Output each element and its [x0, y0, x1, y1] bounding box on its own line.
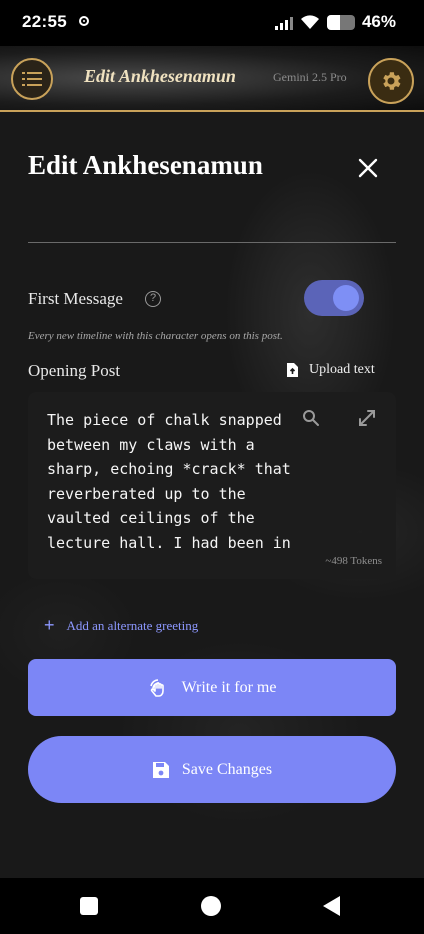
dialog-title: Edit Ankhesenamun — [28, 150, 263, 180]
plus-icon: + — [44, 615, 55, 635]
opening-post-label: Opening Post — [28, 361, 121, 380]
settings-button[interactable] — [368, 58, 414, 104]
menu-button[interactable] — [11, 58, 53, 100]
top-app-bar: Edit Ankhesenamun Gemini 2.5 Pro — [0, 46, 424, 112]
back-triangle-icon[interactable] — [323, 896, 340, 916]
status-time: 22:55 — [22, 12, 67, 31]
signal-icon — [274, 14, 293, 30]
alternate-greeting-label: Add an alternate greeting — [66, 617, 199, 633]
write-button-label: Write it for me — [181, 678, 277, 696]
menu-icon — [22, 72, 42, 86]
hand-sparkle-icon — [149, 678, 164, 697]
file-upload-icon — [287, 363, 298, 377]
model-name[interactable]: Gemini 2.5 Pro — [273, 70, 347, 85]
save-button-label: Save Changes — [181, 760, 273, 778]
app-bar-title: Edit Ankhesenamun — [84, 66, 236, 86]
screen-record-icon — [79, 16, 89, 26]
help-icon[interactable]: ? — [145, 291, 161, 307]
divider — [28, 242, 396, 243]
write-it-for-me-button[interactable]: Write it for me — [28, 659, 396, 716]
recents-square-icon[interactable] — [80, 897, 98, 915]
battery-icon — [326, 14, 355, 30]
first-message-description: Every new timeline with this character o… — [28, 330, 283, 342]
opening-post-editor[interactable]: The piece of chalk snapped between my cl… — [28, 392, 396, 579]
expand-icon[interactable] — [358, 409, 376, 427]
first-message-toggle[interactable] — [304, 280, 364, 316]
toggle-knob — [333, 285, 359, 311]
gear-icon — [383, 72, 401, 90]
upload-text-label: Upload text — [309, 362, 375, 377]
wifi-icon — [300, 15, 319, 29]
system-nav-bar — [0, 878, 424, 934]
status-icons: 46% — [274, 12, 396, 32]
save-icon — [152, 761, 169, 778]
home-circle-icon[interactable] — [201, 896, 221, 916]
close-icon[interactable] — [356, 156, 380, 180]
save-changes-button[interactable]: Save Changes — [28, 736, 396, 803]
token-count: ~498 Tokens — [325, 555, 382, 567]
search-icon[interactable] — [302, 409, 320, 427]
status-bar: 22:55 46% — [0, 0, 424, 46]
opening-post-text[interactable]: The piece of chalk snapped between my cl… — [47, 408, 297, 560]
first-message-label: First Message — [28, 289, 123, 308]
upload-text-button[interactable]: Upload text — [286, 362, 375, 378]
add-alternate-greeting-button[interactable]: + Add an alternate greeting — [44, 615, 198, 636]
battery-percent: 46% — [361, 12, 396, 31]
